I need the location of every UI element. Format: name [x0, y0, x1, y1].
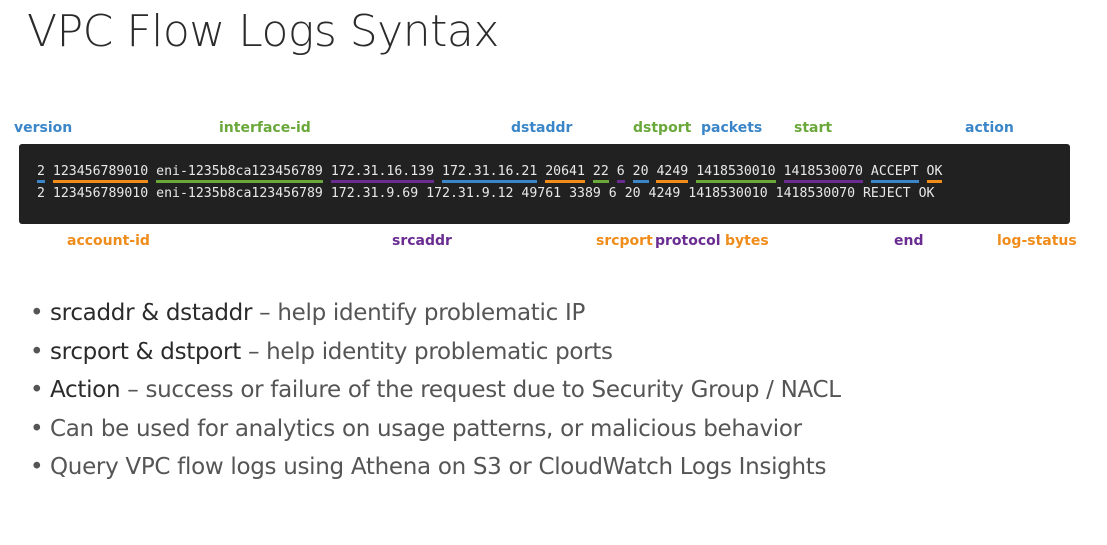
field-label-account-id: account-id — [67, 233, 150, 249]
bullet-item: • Query VPC flow logs using Athena on S3 … — [30, 448, 841, 487]
log-field: 49761 — [521, 186, 562, 201]
field-label-start: start — [794, 120, 833, 136]
field-label-version: version — [14, 120, 73, 136]
log-field: 6 — [616, 164, 625, 183]
log-field: 2 — [37, 164, 45, 183]
field-label-interface-id: interface-id — [219, 120, 311, 136]
field-label-bytes: bytes — [725, 233, 769, 249]
log-field: eni-1235b8ca123456789 — [156, 164, 323, 183]
log-field: 20 — [624, 186, 641, 201]
log-field: 123456789010 — [52, 186, 149, 201]
bullet-text: – help identity problematic ports — [240, 338, 613, 365]
bullet-dot-icon: • — [30, 338, 44, 365]
log-field: eni-1235b8ca123456789 — [156, 186, 323, 201]
bullet-text: Can be used for analytics on usage patte… — [50, 415, 802, 442]
page-title: VPC Flow Logs Syntax — [27, 6, 499, 57]
bullet-term: srcport & dstport — [50, 338, 241, 365]
bullet-term: Action — [50, 377, 121, 404]
log-field: 6 — [608, 186, 617, 201]
bullet-dot-icon: • — [30, 300, 44, 326]
log-field: ACCEPT — [870, 164, 919, 183]
log-field: REJECT — [862, 186, 911, 201]
bullet-term: srcaddr & dstaddr — [50, 300, 253, 326]
field-label-srcaddr: srcaddr — [392, 233, 452, 249]
log-field: 20 — [632, 164, 649, 183]
log-terminal: 2 123456789010 eni-1235b8ca123456789 172… — [19, 144, 1070, 224]
bullet-item: • Can be used for analytics on usage patt… — [30, 410, 841, 449]
log-line-2: 2 123456789010 eni-1235b8ca123456789 172… — [37, 186, 934, 202]
log-field: 4249 — [656, 164, 689, 183]
log-field: 172.31.9.69 — [330, 186, 419, 201]
field-label-srcport: srcport — [596, 233, 653, 249]
bullet-item: • srcport & dstport – help identity probl… — [30, 333, 841, 372]
log-field: 3389 — [569, 186, 601, 201]
log-field: 4249 — [648, 186, 681, 201]
bullet-dot-icon: • — [30, 377, 44, 404]
bullet-dot-icon: • — [30, 415, 44, 442]
field-label-packets: packets — [701, 120, 763, 136]
log-field: 123456789010 — [52, 164, 149, 183]
bullet-dot-icon: • — [30, 454, 44, 481]
log-field: 1418530070 — [775, 186, 856, 201]
field-label-end: end — [894, 233, 924, 249]
bullet-item: • Action – success or failure of the requ… — [30, 371, 841, 410]
log-field: 172.31.9.12 — [426, 186, 514, 201]
log-field: 22 — [592, 164, 609, 183]
bullet-text: Query VPC flow logs using Athena on S3 o… — [50, 454, 827, 481]
bullet-text: – success or failure of the request due … — [120, 377, 841, 404]
log-field: 172.31.16.139 — [330, 164, 435, 183]
field-label-dstaddr: dstaddr — [511, 120, 573, 136]
log-field: 172.31.16.21 — [442, 164, 538, 183]
log-field: 1418530010 — [688, 186, 768, 201]
field-label-protocol: protocol — [655, 233, 721, 249]
field-label-dstport: dstport — [633, 120, 692, 136]
log-field: 20641 — [545, 164, 585, 183]
bullet-list: • srcaddr & dstaddr – help identify probl… — [30, 294, 841, 487]
log-field: 2 — [37, 186, 45, 201]
log-line-1: 2 123456789010 eni-1235b8ca123456789 172… — [37, 164, 943, 183]
bullet-item: • srcaddr & dstaddr – help identify probl… — [30, 294, 841, 333]
log-field: 1418530070 — [783, 164, 863, 183]
field-label-action: action — [965, 120, 1014, 136]
log-field: OK — [926, 164, 943, 183]
log-field: OK — [918, 186, 935, 201]
bullet-text: – help identify problematic IP — [252, 300, 586, 326]
log-field: 1418530010 — [696, 164, 776, 183]
field-label-log-status: log-status — [997, 233, 1077, 249]
